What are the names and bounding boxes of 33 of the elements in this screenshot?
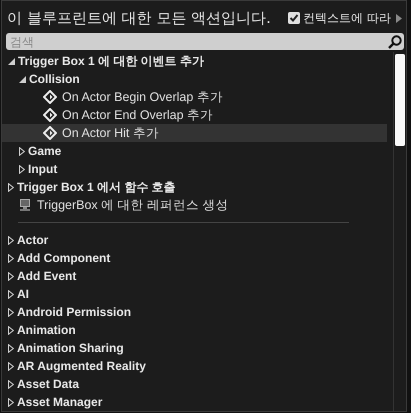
menu-title: 이 블루프린트에 대한 모든 액션입니다. [7, 8, 271, 28]
diamond-icon [43, 108, 57, 122]
collapse-triangle-icon[interactable] [19, 76, 26, 82]
scrollbar[interactable] [393, 52, 406, 411]
diamond-icon [43, 90, 57, 104]
category-item[interactable]: Add Component [2, 249, 387, 267]
action-item[interactable]: On Actor Begin Overlap 추가 [2, 88, 387, 106]
category-item[interactable]: Asset Manager [2, 393, 387, 411]
category-item[interactable]: Trigger Box 1 에서 함수 호출 [2, 178, 387, 196]
category-item[interactable]: Collision [2, 70, 387, 88]
category-item[interactable]: Android Permission [2, 303, 387, 321]
context-checkbox[interactable] [288, 12, 300, 24]
category-item[interactable]: AR Augmented Reality [2, 357, 387, 375]
search-icon[interactable] [388, 34, 402, 48]
category-item[interactable]: Add Event [2, 267, 387, 285]
category-item[interactable]: Animation Sharing [2, 339, 387, 357]
action-item[interactable]: On Actor End Overlap 추가 [2, 106, 387, 124]
category-item[interactable]: Trigger Box 1 에 대한 이벤트 추가 [2, 52, 387, 70]
monitor-icon [18, 198, 32, 212]
context-label[interactable]: 컨텍스트에 따라 [303, 10, 391, 26]
category-item[interactable]: Actor [2, 231, 387, 249]
category-item[interactable]: Input [2, 160, 387, 178]
action-item[interactable]: TriggerBox 에 대한 레퍼런스 생성 [2, 196, 387, 214]
action-item[interactable]: On Actor Hit 추가 [2, 124, 387, 142]
search-field[interactable]: 검색 [6, 33, 404, 50]
category-item[interactable]: Asset Data [2, 375, 387, 393]
expand-arrow-icon[interactable] [396, 14, 402, 22]
scrollbar-thumb[interactable] [395, 54, 405, 146]
category-item[interactable]: Animation [2, 321, 387, 339]
category-item[interactable]: AI [2, 285, 387, 303]
category-item[interactable]: Game [2, 142, 387, 160]
diamond-icon [43, 126, 57, 140]
collapse-triangle-icon[interactable] [8, 58, 15, 64]
